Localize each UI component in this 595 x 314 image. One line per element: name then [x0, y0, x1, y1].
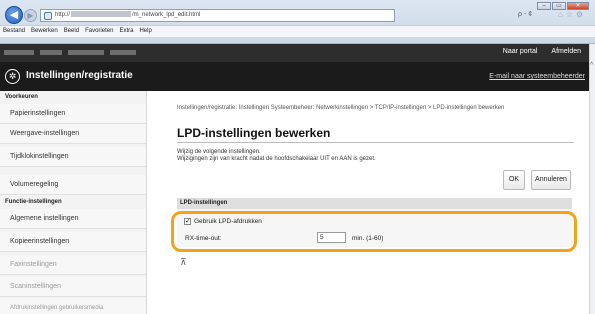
sidebar-item-clock[interactable]: Tijdklokinstellingen: [0, 147, 146, 167]
window-controls: – ▭ ✕: [537, 2, 589, 10]
menu-extra[interactable]: Extra: [119, 26, 133, 37]
home-favorites-settings-icon[interactable]: ⌂☆⚙: [558, 10, 586, 19]
sidebar-item-copy[interactable]: Kopieerinstellingen: [0, 232, 146, 252]
sidebar-item-print-media[interactable]: Afdrukinstellingen gebruikersmedia: [0, 298, 146, 314]
minimize-button[interactable]: –: [537, 2, 551, 10]
ok-button[interactable]: OK: [503, 170, 525, 190]
sidebar-item-scan[interactable]: Scaninstellingen: [0, 277, 146, 297]
menu-bewerken[interactable]: Bewerken: [31, 26, 58, 37]
menu-help[interactable]: Help: [139, 26, 151, 37]
address-bar[interactable]: http:// /m_network_lpd_edit.html: [40, 9, 395, 22]
header-links: Naar portal Afmelden: [503, 48, 581, 55]
breadcrumb: Instellingen/registratie: Instellingen S…: [177, 105, 505, 111]
page-header: Naar portal Afmelden ✲ Instellingen/regi…: [0, 44, 589, 91]
browser-titlebar: – ▭ ✕ ◀ ▶ http:// /m_network_lpd_edit.htm…: [0, 0, 595, 44]
menu-beeld[interactable]: Beeld: [64, 26, 79, 37]
menu-bar: Bestand Bewerken Beeld Favorieten Extra …: [0, 25, 595, 37]
page-title: LPD-instellingen bewerken: [177, 126, 331, 140]
sidebar-heading-preferences: Voorkeuren: [5, 94, 38, 100]
settings-logo-icon: ✲: [5, 69, 20, 84]
info-text-line2: Wijzigingen zijn van kracht nadat de hoo…: [177, 156, 376, 162]
email-admin-link[interactable]: E-mail naar systeembeheerder: [489, 73, 585, 80]
portal-link[interactable]: Naar portal: [503, 48, 538, 55]
maximize-button[interactable]: ▭: [552, 2, 566, 10]
sidebar-item-paper[interactable]: Papierinstellingen: [0, 104, 146, 124]
menu-favorieten[interactable]: Favorieten: [85, 26, 113, 37]
url-path: /m_network_lpd_edit.html: [132, 12, 201, 18]
redacted-host: [71, 11, 132, 18]
sidebar: Voorkeuren Papierinstellingen Weergave-i…: [0, 91, 147, 314]
page-scrollbar[interactable]: [589, 44, 595, 314]
search-refresh-icon[interactable]: ρ - ¢: [518, 11, 532, 18]
page-favicon-icon: [44, 12, 52, 20]
sidebar-item-fax[interactable]: Faxinstellingen: [0, 255, 146, 275]
sidebar-item-general[interactable]: Algemene instellingen: [0, 209, 146, 229]
info-text-line1: Wijzig de volgende instellingen.: [177, 149, 261, 155]
sidebar-heading-functions: Functie-instellingen: [5, 199, 62, 205]
section-header-lpd: LPD-instellingen: [177, 198, 572, 209]
app-title: Instellingen/registratie: [26, 70, 133, 81]
redacted-device-info: [4, 50, 136, 55]
logout-link[interactable]: Afmelden: [551, 48, 581, 55]
back-button[interactable]: ◀: [5, 6, 23, 24]
sidebar-item-display[interactable]: Weergave-instellingen: [0, 124, 146, 144]
highlight-callout: [171, 211, 577, 252]
header-top-strip: Naar portal Afmelden: [0, 44, 589, 62]
title-divider: [177, 142, 574, 143]
back-to-top-icon[interactable]: ⊼: [180, 257, 187, 268]
menu-bestand[interactable]: Bestand: [3, 26, 25, 37]
close-button[interactable]: ✕: [567, 2, 589, 10]
forward-button[interactable]: ▶: [24, 9, 37, 22]
cancel-button[interactable]: Annuleren: [531, 170, 571, 190]
url-prefix: http://: [55, 12, 71, 18]
sidebar-item-volume[interactable]: Volumeregeling: [0, 175, 146, 195]
